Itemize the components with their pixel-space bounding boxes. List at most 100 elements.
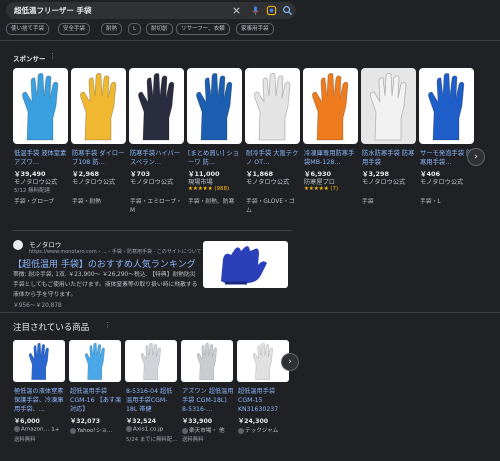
product-image[interactable] [129, 68, 184, 144]
product-shop: Axis1.co.jp [126, 426, 178, 433]
product-image[interactable] [71, 68, 126, 144]
glove-image [312, 72, 349, 141]
product-title[interactable]: 防寒手袋 ダイローブ108 防… [72, 149, 126, 167]
shop-name: Yahoo!ショ… [77, 428, 113, 434]
divider [13, 230, 293, 231]
product-shop: 防寒屋プロ [304, 179, 335, 186]
result-price-range: ￥956〜￥20,878 [13, 303, 62, 309]
shop-icon [238, 427, 244, 434]
product-category: 手袋・L [420, 199, 441, 205]
glove-image [80, 72, 117, 141]
result-thumbnail[interactable] [203, 241, 288, 288]
product-title[interactable]: 耐冷手袋 大阪テクノ OT… [246, 149, 300, 167]
product-card[interactable]: 極低温の液体窒素保護手袋、冷凍庫用手袋、… ￥6,000 Amazon… 1+ 送料無料 [13, 340, 65, 452]
glove-image [196, 342, 217, 381]
filter-chip[interactable]: 安全手袋 [58, 23, 91, 35]
product-card[interactable]: アズワン 超低温用手袋 CGM-18L) 8-5316-… ￥33,900 楽天市場… [181, 340, 233, 452]
product-title[interactable]: 超低温用手袋CGM-16 【あす楽対応】 [70, 387, 122, 414]
product-title[interactable]: 防寒手袋ハイパースペラン… [130, 149, 184, 167]
filter-chip[interactable]: リサーフー、衣類 [176, 23, 230, 35]
shop-icon [126, 426, 132, 432]
filter-chip[interactable]: 家事用手袋 [236, 23, 274, 35]
product-image[interactable] [13, 340, 65, 382]
product-card[interactable]: 超低温用手袋CGM-16 【あす楽対応】 ￥32,073 Yahoo!ショ… [69, 340, 121, 452]
product-shop: モノタロウ公式 [72, 179, 116, 186]
product-image[interactable] [419, 68, 474, 144]
product-shop: モノタロウ公式 [420, 179, 464, 186]
product-card[interactable]: 8-5316-04 超低温用手袋CGM-18L 帯健 ￥32,524 Axis1.c… [125, 340, 178, 452]
glove-image [254, 72, 291, 141]
glove-image [196, 72, 233, 141]
product-image[interactable] [13, 68, 68, 144]
product-shop: モノタロウ公式 [130, 179, 174, 186]
shop-icon [182, 427, 188, 434]
product-card[interactable]: 防寒手袋 ダイローブ108 防… ￥2,968 モノタロウ公式 手袋・耐熱 [71, 68, 126, 224]
product-title[interactable]: 超低温用手袋 CGM-15 KN31630237 [238, 387, 290, 414]
product-extra: ★★★★★ (988) [188, 186, 230, 192]
product-extra: ★★★★★ (7) [304, 186, 339, 192]
product-title[interactable]: 防水防寒手袋 防寒用手袋 [362, 149, 416, 167]
product-title[interactable]: サーモ発泡手袋 防寒用手袋… [420, 149, 474, 167]
glove-image [22, 72, 59, 141]
filter-chip[interactable]: 使い捨て手袋 [6, 23, 50, 35]
filter-chip[interactable]: L [128, 23, 142, 35]
product-shop: モノタロウ公式 [246, 179, 290, 186]
product-title[interactable]: 低温手袋 液体窒素 アズワ… [14, 149, 68, 167]
shop-name: Axis1.co.jp [133, 426, 164, 433]
glove-image [370, 72, 407, 141]
product-title[interactable]: アズワン 超低温用手袋 CGM-18L) 8-5316-… [182, 387, 234, 414]
more-options-icon[interactable]: ⋮ [104, 321, 111, 329]
site-favicon [13, 240, 23, 250]
product-card[interactable]: 冷凍庫専用防寒手袋MB-128… ￥6,930 防寒屋プロ ★★★★★ (7) [303, 68, 358, 224]
product-shop: 現場市場 [188, 179, 213, 186]
product-image[interactable] [187, 68, 242, 144]
mic-icon[interactable] [250, 5, 261, 16]
product-image[interactable] [361, 68, 416, 144]
product-image[interactable] [245, 68, 300, 144]
filter-chip[interactable]: 耐切創 [146, 23, 173, 35]
product-category: 手袋・耐熱、防寒 [188, 199, 235, 205]
product-price: ￥24,300 [238, 418, 269, 425]
product-title[interactable]: 冷凍庫専用防寒手袋MB-128… [304, 149, 358, 167]
top-bar: 超低温フリーザー 手袋 使い捨て手袋 安全手袋 耐熱 L 耐切創 リサーフー、衣… [0, 0, 500, 40]
search-icon[interactable] [282, 5, 293, 16]
product-card[interactable]: [まとめ買い] ショーワ 防… ￥11,000 現場市場 ★★★★★ (988) 手袋・… [187, 68, 242, 224]
product-image[interactable] [125, 340, 177, 382]
glove-image [428, 72, 465, 141]
carousel-next-button[interactable]: › [281, 353, 299, 371]
product-shop: Yahoo!ショ… [70, 426, 122, 434]
product-shop: テックジャム [238, 426, 290, 434]
shop-name: テックジャム [245, 428, 279, 434]
lens-icon[interactable] [266, 5, 277, 16]
filter-chip[interactable]: 耐熱 [101, 23, 123, 35]
product-title[interactable]: 8-5316-04 超低温用手袋CGM-18L 帯健 [126, 387, 178, 414]
product-image[interactable] [303, 68, 358, 144]
product-card[interactable]: 低温手袋 液体窒素 アズワ… ￥39,490 モノタロウ公式 5/12 無料配達 手袋・… [13, 68, 68, 224]
product-card[interactable]: サーモ発泡手袋 防寒用手袋… ￥406 モノタロウ公式 手袋・L [419, 68, 474, 224]
product-card[interactable]: 防水防寒手袋 防寒用手袋 ￥3,298 モノタロウ公式 手袋 [361, 68, 416, 224]
glove-image [28, 342, 49, 381]
search-box[interactable]: 超低温フリーザー 手袋 [6, 2, 296, 19]
product-title[interactable]: [まとめ買い] ショーワ 防… [188, 149, 242, 167]
product-image[interactable] [181, 340, 233, 382]
more-options-icon[interactable]: ⋮ [49, 52, 56, 60]
product-price: ￥33,900 [182, 418, 213, 425]
product-card[interactable]: 防寒手袋ハイパースペラン… ￥703 モノタロウ公式 手袋・エミロープ・M [129, 68, 184, 224]
product-title[interactable]: 極低温の液体窒素保護手袋、冷凍庫用手袋、… [14, 387, 66, 414]
site-url[interactable]: https://www.monotaro.com › ... › 手袋 › 防寒… [29, 248, 202, 255]
carousel-next-button[interactable]: › [467, 148, 485, 166]
search-input[interactable]: 超低温フリーザー 手袋 [14, 5, 91, 16]
result-snippet: 帯徴: 耐冷手袋, 1双. ￥23,900〜 ￥26,290〜税込. 【特典】耐… [13, 272, 198, 298]
clear-icon[interactable] [231, 5, 242, 16]
shop-suffix: 1+ [51, 426, 60, 433]
product-category: 手袋・エミロープ・M [130, 199, 182, 214]
result-title-link[interactable]: 【超低温用 手袋】のおすすめ人気ランキング [13, 257, 196, 270]
product-image[interactable] [69, 340, 121, 382]
shop-icon [14, 426, 20, 432]
glove-image [138, 72, 175, 141]
sponsored-label: スポンサー [13, 55, 46, 63]
section-title: 注目されている商品 [13, 323, 90, 333]
shop-name: Amazon… [21, 426, 50, 433]
product-card[interactable]: 耐冷手袋 大阪テクノ OT… ￥1,868 モノタロウ公式 手袋・GLOVE・ゴム [245, 68, 300, 224]
product-extra: 5/12 無料配達 [14, 188, 51, 194]
